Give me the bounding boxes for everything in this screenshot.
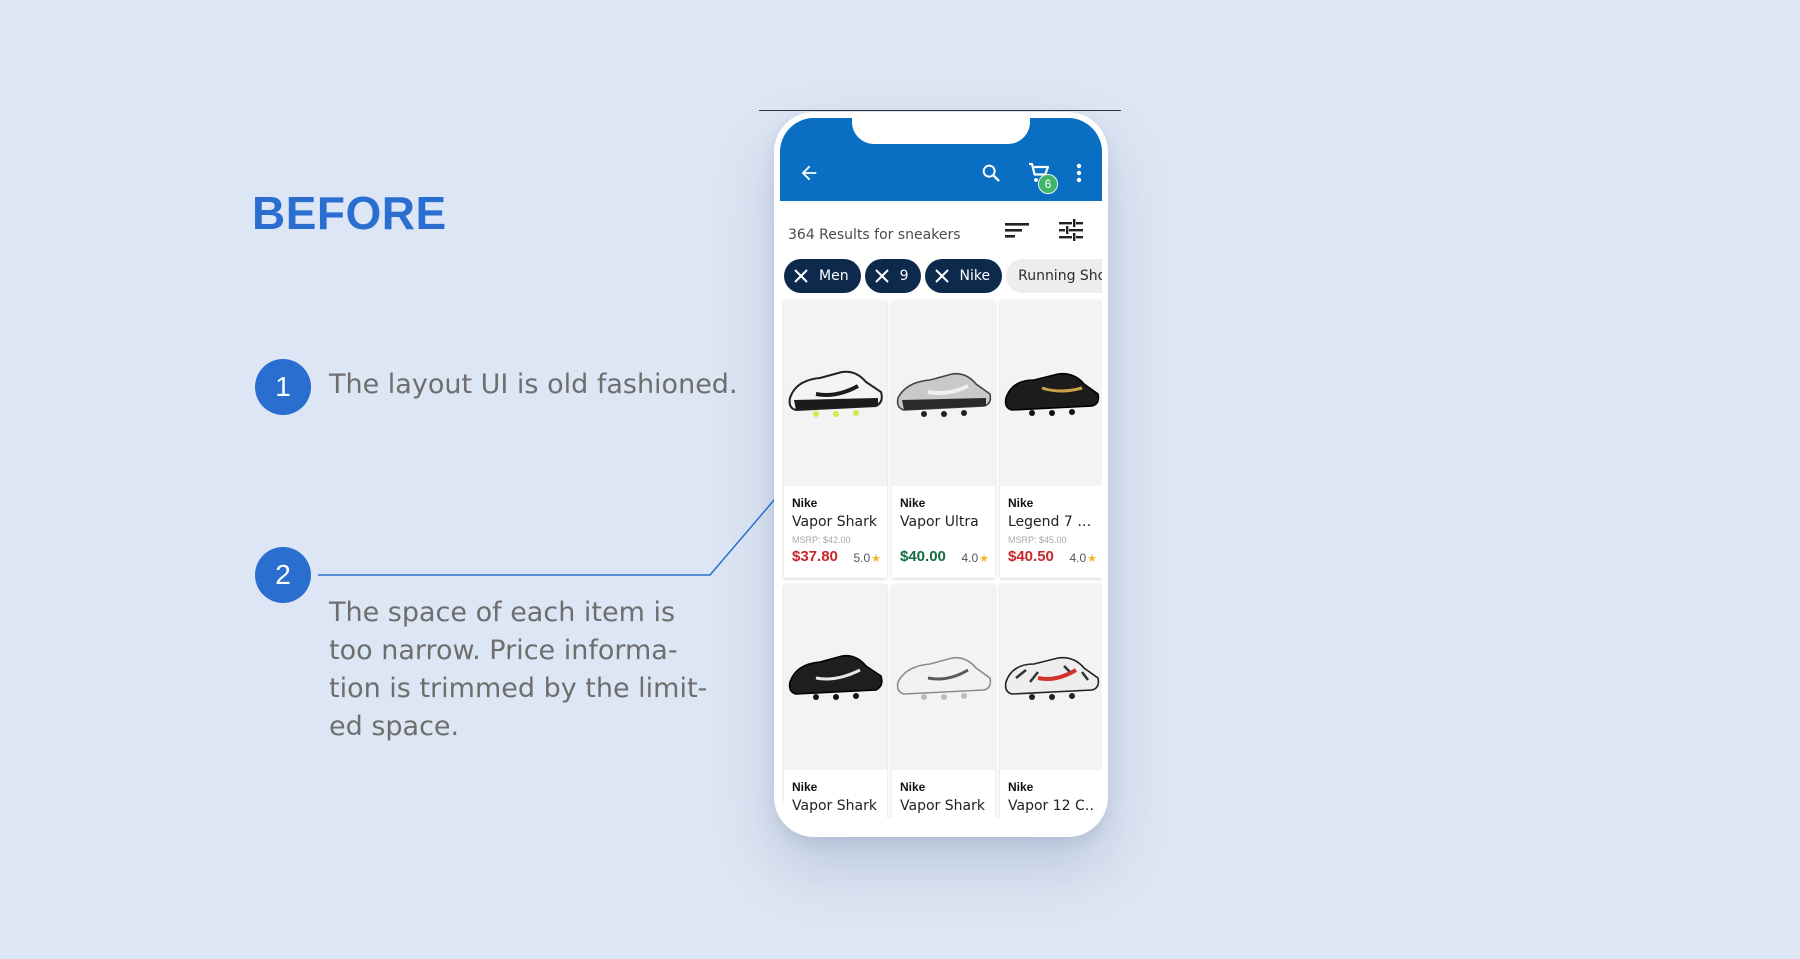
star-icon: ★ [1087,552,1097,565]
product-image [1000,300,1102,486]
close-icon[interactable] [873,267,891,285]
product-name: Vapor Shark [900,798,985,814]
product-card[interactable]: Nike Vapor Ultra $40.00 4.0 ★ [892,300,995,578]
product-price: $37.80 [792,548,838,565]
product-brand: Nike [900,496,926,510]
product-brand: Nike [900,780,926,794]
product-rating: 4.0 ★ [1069,551,1097,565]
star-icon: ★ [979,552,989,565]
results-count: 364 Results for sneakers [788,227,961,243]
product-brand: Nike [792,496,818,510]
product-card[interactable]: Nike Vapor 12 Club [1000,584,1102,818]
phone-frame: 6 364 Results for sneakers Men 9 Nike Ru… [774,112,1108,837]
product-rating: 5.0 ★ [853,551,881,565]
chip-label: 9 [899,268,909,284]
product-image [784,300,887,486]
app-screen: 6 364 Results for sneakers Men 9 Nike Ru… [780,118,1102,818]
more-vert-icon[interactable] [1070,158,1088,188]
product-name: Vapor Ultra [900,514,979,530]
product-image [1000,584,1102,770]
product-name: Vapor Shark [792,514,877,530]
close-icon[interactable] [933,267,951,285]
rating-value: 5.0 [853,551,871,565]
product-name: Vapor 12 Club [1008,798,1100,814]
rating-value: 4.0 [1069,551,1087,565]
product-card[interactable]: Nike Vapor Shark [784,584,887,818]
product-name: Legend 7 Club [1008,514,1100,530]
product-image [784,584,887,770]
product-price: $40.00 [900,548,946,565]
results-bar: 364 Results for sneakers [780,201,1102,253]
product-image [892,300,995,486]
tune-icon[interactable] [1056,215,1086,245]
product-price: $40.50 [1008,548,1054,565]
chip-men[interactable]: Men [784,259,861,293]
product-msrp: MSRP: $45.00 [1008,535,1067,545]
rating-value: 4.0 [961,551,979,565]
product-msrp: MSRP: $42.00 [792,535,851,545]
product-card[interactable]: Nike Vapor Shark [892,584,995,818]
chip-size[interactable]: 9 [864,259,921,293]
search-icon[interactable] [976,158,1006,188]
chip-label: Running Shoes [1018,268,1102,284]
product-rating: 4.0 ★ [961,551,989,565]
sort-icon[interactable] [1002,215,1032,245]
phone-notch [852,118,1030,144]
chip-label: Nike [959,268,991,284]
chip-running-shoes[interactable]: Running Shoes [1006,259,1102,293]
close-icon[interactable] [792,267,810,285]
product-brand: Nike [1008,496,1034,510]
top-rule [759,110,1121,111]
cart-count-badge: 6 [1038,174,1058,194]
filter-chips: Men 9 Nike Running Shoes [784,259,1102,293]
product-card[interactable]: Nike Legend 7 Club MSRP: $45.00 $40.50 4… [1000,300,1102,578]
product-brand: Nike [1008,780,1034,794]
chip-label: Men [819,268,849,284]
product-image [892,584,995,770]
app-bar: 6 [780,118,1102,201]
star-icon: ★ [871,552,881,565]
product-brand: Nike [792,780,818,794]
arrow-back-icon[interactable] [794,158,824,188]
chip-nike[interactable]: Nike [924,259,1003,293]
product-card[interactable]: Nike Vapor Shark MSRP: $42.00 $37.80 5.0… [784,300,887,578]
product-name: Vapor Shark [792,798,877,814]
